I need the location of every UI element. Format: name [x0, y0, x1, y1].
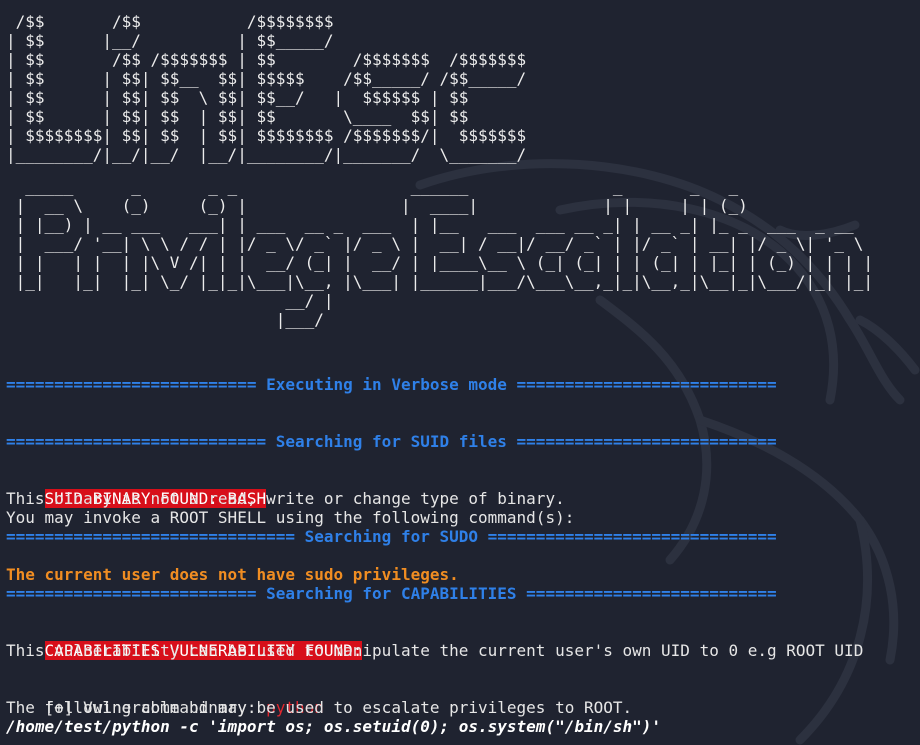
suid-info-line-2: You may invoke a ROOT SHELL using the fo…	[6, 508, 575, 527]
escalate-command[interactable]: /home/test/python -c 'import os; os.setu…	[6, 717, 661, 736]
sudo-result-warning: The current user does not have sudo priv…	[6, 565, 459, 584]
suid-info-line-1: This binary is not a read, write or chan…	[6, 489, 565, 508]
terminal-window[interactable]: /$$ /$$ /$$$$$$$$ | $$ |__/ | $$_____/ |…	[0, 0, 920, 745]
linescalation-banner-title: /$$ /$$ /$$$$$$$$ | $$ |__/ | $$_____/ |…	[6, 12, 527, 164]
sudo-search-header: ============================== Searching…	[6, 527, 777, 546]
verbose-mode-header: ========================== Executing in …	[6, 375, 777, 394]
linescalation-banner-subtitle: _____ _ _ _ ______ _ _ _ | __ \ (_) (_) …	[15, 177, 873, 329]
capabilities-search-header: ========================== Searching for…	[6, 584, 777, 603]
capabilities-info: This vulnerability can be used to manipu…	[6, 641, 864, 660]
suid-search-header: =========================== Searching fo…	[6, 432, 777, 451]
escalate-info: The following command may be used to esc…	[6, 698, 633, 717]
